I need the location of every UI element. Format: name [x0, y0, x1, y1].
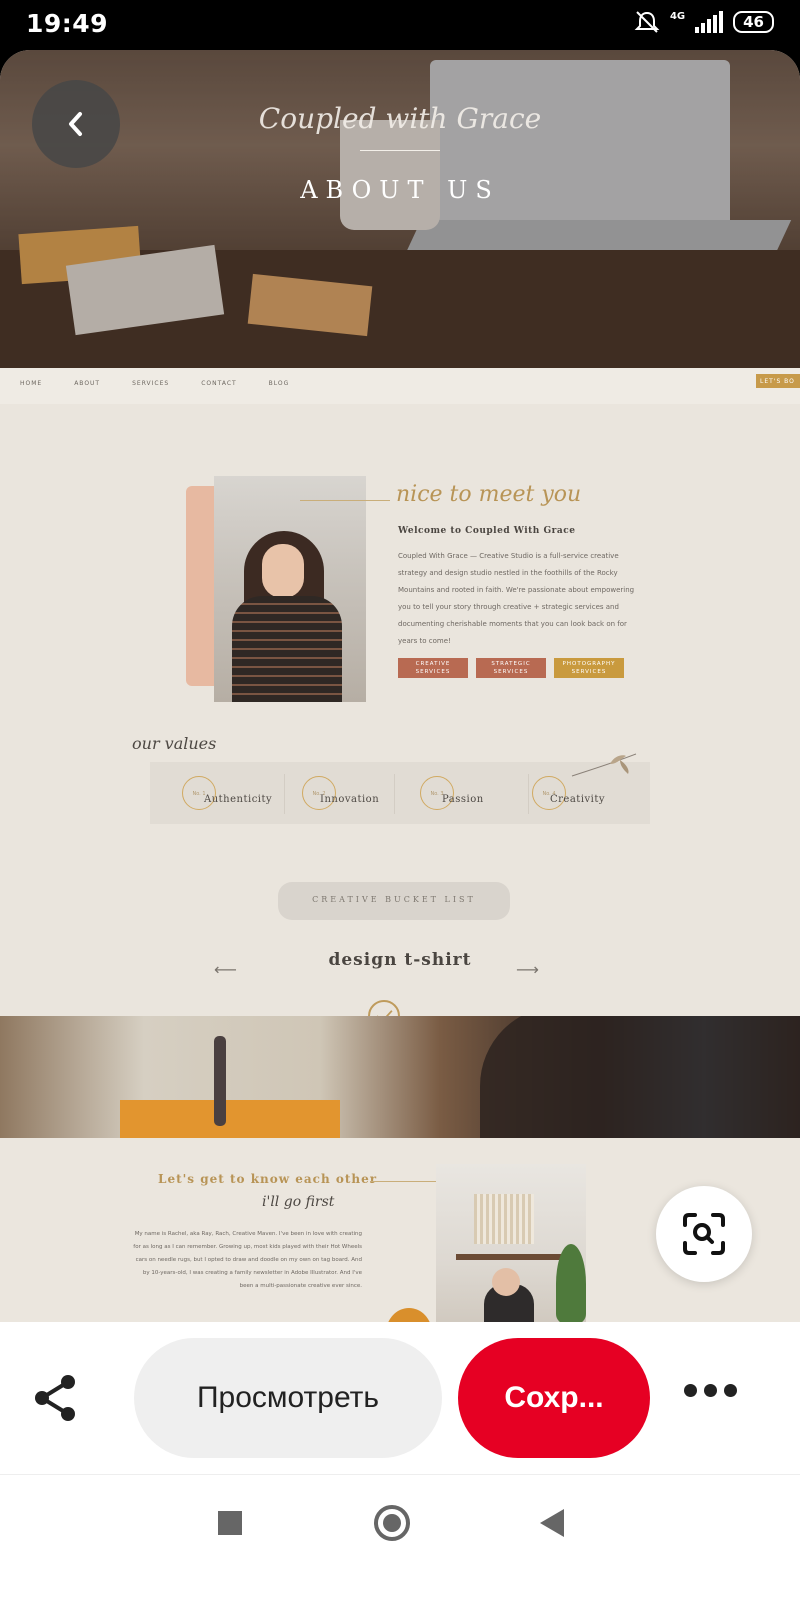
desk-photo-band — [0, 1016, 800, 1138]
know-body: My name is Rachel, aka Ray, Rach, Creati… — [133, 1231, 362, 1289]
network-type: 4G — [669, 10, 686, 22]
view-button[interactable]: Просмотреть — [134, 1338, 442, 1458]
value-name: Authenticity — [204, 794, 273, 805]
hero-overlay — [0, 50, 800, 368]
signal-icon — [695, 11, 724, 33]
know-script: i'll go first — [262, 1194, 335, 1210]
welcome-section: nice to meet you Welcome to Coupled With… — [0, 404, 800, 1032]
arrow-left-icon: ⟵ — [214, 960, 237, 979]
welcome-title: Welcome to Coupled With Grace — [398, 526, 576, 536]
hero-logo-script: Coupled with Grace — [258, 102, 542, 135]
welcome-body: Coupled With Grace — Creative Studio is … — [398, 552, 635, 645]
bucket-list-label: CREATIVE BUCKET LIST — [312, 895, 476, 904]
value-name: Creativity — [550, 794, 606, 805]
recents-icon[interactable] — [218, 1511, 242, 1535]
creative-services-button: CREATIVE SERVICES — [398, 658, 468, 678]
back-button[interactable] — [32, 80, 120, 168]
photography-services-button: PHOTOGRAPHY SERVICES — [554, 658, 624, 678]
value-name: Passion — [442, 794, 484, 805]
mute-icon — [634, 11, 660, 33]
home-icon[interactable] — [374, 1505, 410, 1541]
status-icons: 4G 46 — [634, 10, 774, 34]
heading-rule — [300, 500, 390, 501]
visual-search-icon — [683, 1213, 725, 1255]
save-button[interactable]: Сохр... — [458, 1338, 650, 1458]
more-options-icon[interactable] — [684, 1384, 737, 1397]
site-nav-home: HOME — [20, 380, 43, 387]
portrait-image — [214, 476, 366, 702]
hero-title: ABOUT US — [300, 176, 500, 204]
values-script-heading: our values — [132, 734, 217, 753]
site-nav: HOME ABOUT SERVICES CONTACT BLOG LET'S B… — [0, 368, 800, 404]
site-nav-cta: LET'S BO — [756, 374, 800, 388]
meet-script-heading: nice to meet you — [396, 482, 582, 507]
value-divider — [528, 774, 529, 814]
know-title: Let's get to know each other — [158, 1172, 378, 1186]
battery-level: 46 — [743, 13, 764, 31]
hero-divider — [360, 150, 440, 151]
strategic-services-button: STRATEGIC SERVICES — [476, 658, 546, 678]
visual-search-button[interactable] — [656, 1186, 752, 1282]
value-name: Innovation — [320, 794, 380, 805]
battery-icon: 46 — [733, 11, 774, 33]
action-bar: Просмотреть Сохр... — [0, 1322, 800, 1474]
bucket-list-item: design t-shirt — [328, 950, 472, 970]
status-time: 19:49 — [26, 9, 109, 38]
back-nav-icon[interactable] — [540, 1509, 564, 1537]
hero-section: Coupled with Grace ABOUT US — [0, 50, 800, 368]
site-nav-services: SERVICES — [132, 380, 170, 387]
status-bar: 19:49 4G 46 — [0, 0, 800, 50]
value-divider — [394, 774, 395, 814]
chevron-left-icon — [69, 112, 82, 136]
site-nav-contact: CONTACT — [201, 380, 237, 387]
value-divider — [284, 774, 285, 814]
leaf-branch-icon — [571, 753, 637, 777]
share-icon[interactable] — [30, 1372, 82, 1424]
pin-image[interactable]: Coupled with Grace ABOUT US HOME ABOUT S… — [0, 50, 800, 1350]
site-nav-blog: BLOG — [268, 380, 290, 387]
site-nav-about: ABOUT — [74, 380, 101, 387]
arrow-right-icon: ⟶ — [516, 960, 539, 979]
system-nav-bar — [0, 1474, 800, 1600]
